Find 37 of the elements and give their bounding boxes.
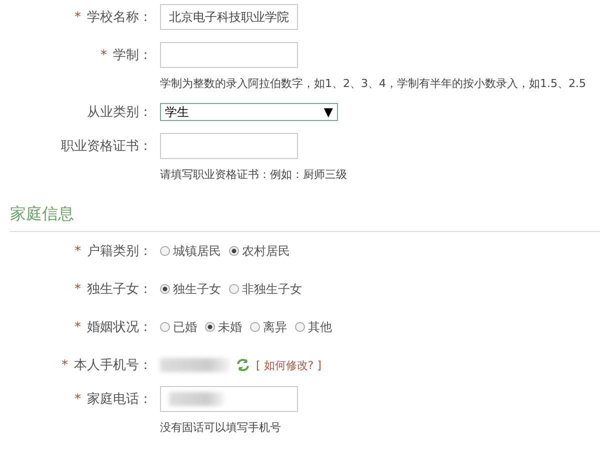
field-label: 本人手机号： — [74, 357, 152, 374]
required-mark: * — [74, 10, 81, 24]
radio-option[interactable]: 农村居民 — [229, 242, 290, 260]
blurred-value — [160, 358, 230, 372]
hint-text: 没有固话可以填写手机号 — [160, 420, 282, 435]
hint-text: 请填写职业资格证书：例如：厨师三级 — [160, 167, 348, 182]
dropdown[interactable]: 学生 ▼ — [160, 103, 338, 121]
required-mark: * — [74, 282, 81, 296]
field-label: 独生子女： — [87, 281, 152, 298]
radio-option[interactable]: 离异 — [250, 318, 287, 336]
text-field[interactable] — [160, 133, 298, 159]
radio-option[interactable]: 其他 — [295, 318, 332, 336]
required-mark: * — [74, 392, 81, 406]
text-field[interactable] — [160, 386, 298, 412]
hint-text: 学制为整数的录入阿拉伯数字，如1、2、3、4，学制有半年的按小数录入，如1.5、2.5 — [160, 76, 587, 91]
text-field[interactable]: 北京电子科技职业学院 — [160, 4, 298, 30]
dropdown-arrow: ▼ — [324, 105, 333, 119]
text-field[interactable] — [160, 42, 298, 68]
required-mark: * — [62, 358, 68, 372]
section-title: 家庭信息 — [9, 203, 75, 225]
field-label: 从业类别： — [87, 104, 152, 121]
field-label: 职业资格证书： — [61, 138, 152, 155]
field-label: 婚姻状况： — [87, 319, 152, 336]
field-label: 学校名称： — [87, 9, 152, 26]
required-mark: * — [74, 244, 81, 258]
field-label: 学制： — [113, 47, 152, 64]
required-mark: * — [100, 48, 107, 62]
radio-option[interactable]: 非独生子女 — [229, 280, 302, 298]
required-mark: * — [74, 320, 81, 334]
radio-option[interactable]: 独生子女 — [160, 280, 221, 298]
radio-option[interactable]: 城镇居民 — [160, 242, 221, 260]
field-label: 户籍类别： — [87, 243, 152, 260]
field-label: 家庭电话： — [87, 391, 152, 408]
radio-option[interactable]: 已婚 — [160, 318, 197, 336]
radio-option[interactable]: 未婚 — [205, 318, 242, 336]
refresh-icon[interactable] — [236, 358, 250, 372]
help-link[interactable]: [ 如何修改? ] — [256, 358, 322, 372]
